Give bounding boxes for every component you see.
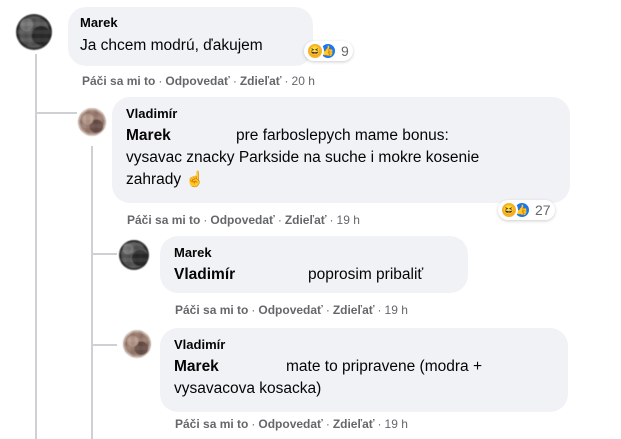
timestamp[interactable]: 20 h <box>292 74 315 88</box>
reply-button[interactable]: Odpovedať <box>258 303 322 317</box>
comment-bubble: Vladimír Marek pre farboslepych mame bonu… <box>112 97 570 203</box>
haha-emoji-icon: 😆 <box>500 201 518 219</box>
comment-text-line: mate to pripravene (modra + <box>286 358 482 375</box>
comment-actions: Páči sa mi to · Odpovedať · Zdieľať · 20 h <box>82 74 315 88</box>
share-button[interactable]: Zdieľať <box>285 213 327 227</box>
reactions-count: 27 <box>535 202 551 218</box>
thread-line-sub-branch-1 <box>91 253 117 255</box>
comment-author[interactable]: Marek <box>80 15 301 31</box>
mention-link[interactable]: Marek <box>126 125 236 147</box>
like-button[interactable]: Páči sa mi to <box>175 417 248 431</box>
avatar[interactable] <box>123 330 151 358</box>
reactions-count: 9 <box>341 43 349 59</box>
thread-line-sub <box>91 146 93 439</box>
avatar[interactable] <box>119 240 149 270</box>
comment-actions: Páči sa mi to · Odpovedať · Zdieľať · 19 h <box>127 213 360 227</box>
comment-bubble: Marek Ja chcem modrú, ďakujem <box>68 7 313 66</box>
comment-author[interactable]: Marek <box>174 245 454 261</box>
reply-button[interactable]: Odpovedať <box>258 417 322 431</box>
reactions-summary[interactable]: 😆 👍 9 <box>304 41 353 61</box>
comment-text: Marek mate to pripravene (modra + vysavac… <box>174 356 554 400</box>
share-button[interactable]: Zdieľať <box>240 74 282 88</box>
reactions-summary[interactable]: 😆 👍 27 <box>498 200 555 220</box>
comment-text-line: vysavacova kosacka) <box>174 380 322 397</box>
avatar[interactable] <box>78 108 106 136</box>
reply-button[interactable]: Odpovedať <box>165 74 229 88</box>
like-button[interactable]: Páči sa mi to <box>175 303 248 317</box>
comment-text-line: zahrady <box>126 171 182 188</box>
comment-text: Vladimír poprosim pribaliť <box>174 264 454 286</box>
timestamp[interactable]: 19 h <box>337 213 360 227</box>
timestamp[interactable]: 19 h <box>385 417 408 431</box>
pointing-up-hand-icon: ☝ <box>185 171 205 188</box>
share-button[interactable]: Zdieľať <box>333 303 375 317</box>
comment-author[interactable]: Vladimír <box>174 337 554 353</box>
comment-text: Ja chcem modrú, ďakujem <box>80 37 263 54</box>
comment-text-line: vysavac znacky Parkside na suche i mokre… <box>126 149 480 166</box>
haha-emoji-icon: 😆 <box>306 42 324 60</box>
comment-actions: Páči sa mi to · Odpovedať · Zdieľať · 19 h <box>175 303 408 317</box>
thread-line-sub-branch-2 <box>91 344 117 346</box>
thread-line-branch <box>35 112 77 114</box>
comment-author[interactable]: Vladimír <box>126 106 556 122</box>
comment-text: Marek pre farboslepych mame bonus: vysava… <box>126 125 556 191</box>
comment-text-line: poprosim pribaliť <box>308 266 424 283</box>
like-button[interactable]: Páči sa mi to <box>82 74 155 88</box>
timestamp[interactable]: 19 h <box>385 303 408 317</box>
reply-button[interactable]: Odpovedať <box>210 213 274 227</box>
mention-link[interactable]: Marek <box>174 356 286 378</box>
comment-text-line: pre farboslepych mame bonus: <box>236 127 449 144</box>
comment-bubble: Marek Vladimír poprosim pribaliť <box>160 236 468 293</box>
share-button[interactable]: Zdieľať <box>333 417 375 431</box>
like-button[interactable]: Páči sa mi to <box>127 213 200 227</box>
avatar[interactable] <box>16 14 52 50</box>
comment-actions: Páči sa mi to · Odpovedať · Zdieľať · 19 h <box>175 417 408 431</box>
comment-bubble: Vladimír Marek mate to pripravene (modra … <box>160 328 568 412</box>
mention-link[interactable]: Vladimír <box>174 264 308 286</box>
